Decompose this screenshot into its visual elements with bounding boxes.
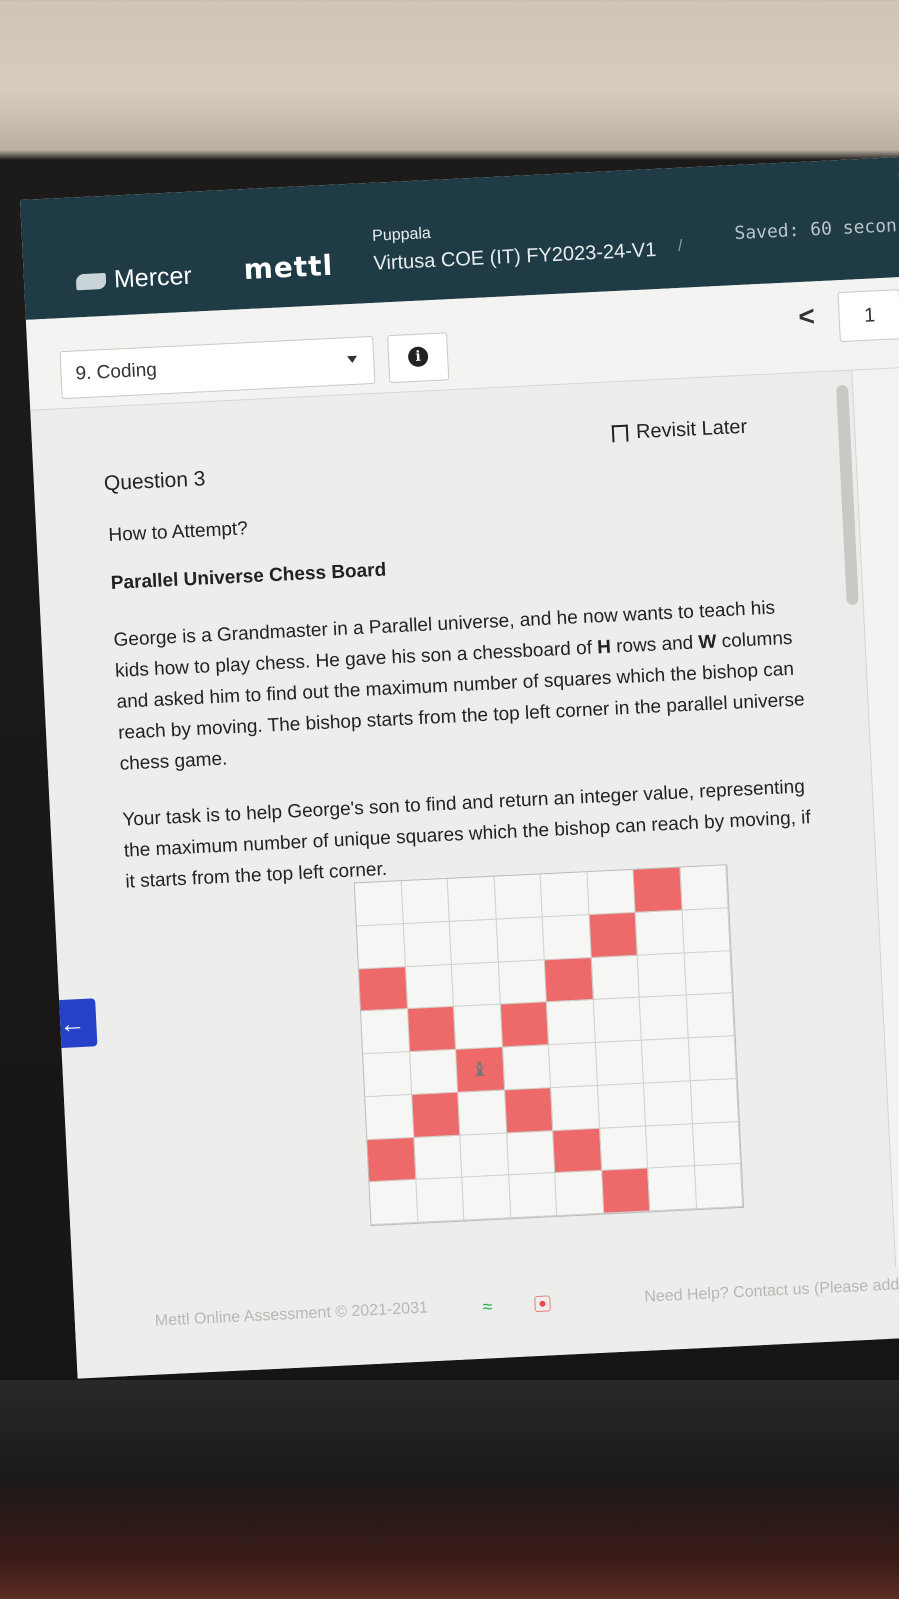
board-cell	[637, 952, 687, 998]
board-cell	[591, 955, 640, 1001]
question-number: Question 3	[103, 467, 206, 496]
problem-title: Parallel Universe Chess Board	[110, 559, 387, 595]
board-cell-reachable	[367, 1137, 416, 1183]
mercer-mark-icon	[75, 272, 107, 290]
board-cell	[409, 1049, 459, 1095]
board-cell	[641, 1038, 691, 1084]
board-cell	[508, 1173, 558, 1219]
board-cell-reachable	[633, 867, 682, 913]
board-cell	[356, 923, 406, 969]
board-cell	[587, 869, 636, 915]
board-cell	[458, 1090, 507, 1136]
board-cell	[460, 1132, 509, 1178]
browser-screen: Mercer mettl Puppala Virtusa COE (IT) FY…	[20, 157, 899, 1379]
board-cell	[449, 919, 499, 965]
board-cell	[494, 874, 543, 920]
board-cell	[597, 1083, 646, 1129]
board-cell	[354, 881, 404, 927]
board-cell-reachable	[358, 966, 408, 1012]
board-cell	[681, 907, 731, 953]
board-cell-reachable	[544, 957, 594, 1003]
info-icon: i	[407, 346, 429, 368]
board-cell-reachable	[601, 1168, 651, 1214]
back-arrow-button[interactable]: ←	[47, 998, 98, 1049]
saved-status: Saved: 60 secon	[733, 215, 898, 245]
board-cell	[694, 1164, 744, 1210]
help-link[interactable]: Need Help? Contact us (Please add	[644, 1276, 899, 1306]
board-cell	[447, 876, 497, 922]
board-cell	[688, 1036, 737, 1082]
board-cell	[365, 1094, 414, 1140]
previous-question-button[interactable]: <	[784, 296, 830, 338]
board-cell	[692, 1121, 741, 1167]
board-cell	[648, 1166, 697, 1212]
board-cell-reachable	[411, 1092, 461, 1138]
board-cell	[405, 964, 454, 1010]
board-cell	[369, 1180, 418, 1226]
board-cell	[542, 914, 592, 960]
board-cell	[599, 1126, 649, 1171]
board-cell	[645, 1123, 695, 1169]
candidate-name: Puppala	[371, 224, 432, 245]
section-label: 9. Coding	[75, 359, 158, 385]
info-button[interactable]: i	[387, 332, 450, 384]
board-cell	[462, 1175, 511, 1221]
laptop-bezel	[0, 1380, 899, 1599]
board-cell	[548, 1042, 598, 1088]
section-dropdown[interactable]: 9. Coding	[59, 335, 376, 400]
desc-part-2: rows and	[610, 632, 700, 658]
header-separator: /	[677, 237, 683, 255]
board-cell	[361, 1009, 410, 1055]
board-cell-reachable: ♝	[456, 1047, 505, 1093]
board-cell	[635, 910, 685, 956]
chevron-down-icon	[347, 355, 358, 364]
mettl-logo: mettl	[242, 248, 334, 287]
board-cell	[540, 872, 590, 918]
chess-board: ♝	[353, 864, 745, 1227]
board-cell	[684, 950, 733, 996]
board-cell	[502, 1045, 552, 1091]
cols-variable: W	[697, 631, 717, 654]
brand-name: Mercer	[113, 261, 193, 294]
board-cell-reachable	[553, 1128, 602, 1174]
board-cell-reachable	[500, 1002, 549, 1048]
board-cell	[363, 1051, 412, 1097]
board-cell	[690, 1078, 739, 1124]
question-number-box[interactable]: 1	[837, 289, 899, 343]
board-cell	[551, 1085, 600, 1131]
footer-copyright: Mettl Online Assessment © 2021-2031	[154, 1299, 429, 1330]
bishop-icon: ♝	[470, 1058, 490, 1082]
mercer-logo: Mercer	[75, 262, 192, 297]
board-cell-reachable	[407, 1007, 457, 1052]
revisit-label: Revisit Later	[635, 415, 748, 444]
bookmark-icon	[611, 424, 629, 443]
question-panel: Question 3 Revisit Later How to Attempt?…	[30, 371, 877, 1379]
board-cell	[496, 917, 545, 963]
board-cell	[546, 1000, 596, 1046]
board-cell-reachable	[504, 1087, 554, 1133]
board-cell	[451, 962, 501, 1008]
board-cell	[403, 921, 452, 967]
board-cell	[413, 1135, 463, 1181]
board-cell	[595, 1040, 644, 1086]
board-cell	[401, 878, 450, 924]
test-name: Virtusa COE (IT) FY2023-24-V1	[373, 238, 657, 275]
board-cell	[498, 959, 547, 1005]
revisit-later-button[interactable]: Revisit Later	[611, 415, 748, 446]
recording-icon	[534, 1295, 551, 1313]
board-cell	[453, 1004, 503, 1050]
problem-description: George is a Grandmaster in a Parallel un…	[113, 591, 820, 780]
board-cell	[679, 865, 729, 911]
board-cell	[639, 995, 689, 1041]
board-cell	[555, 1170, 604, 1216]
board-cell	[686, 993, 735, 1039]
board-cell	[506, 1130, 556, 1176]
board-cell	[643, 1081, 693, 1127]
board-cell	[415, 1177, 465, 1223]
board-cell-reachable	[589, 912, 638, 958]
wifi-icon: ≈	[482, 1296, 493, 1317]
how-to-attempt-link[interactable]: How to Attempt?	[108, 518, 248, 547]
board-cell	[593, 997, 642, 1043]
